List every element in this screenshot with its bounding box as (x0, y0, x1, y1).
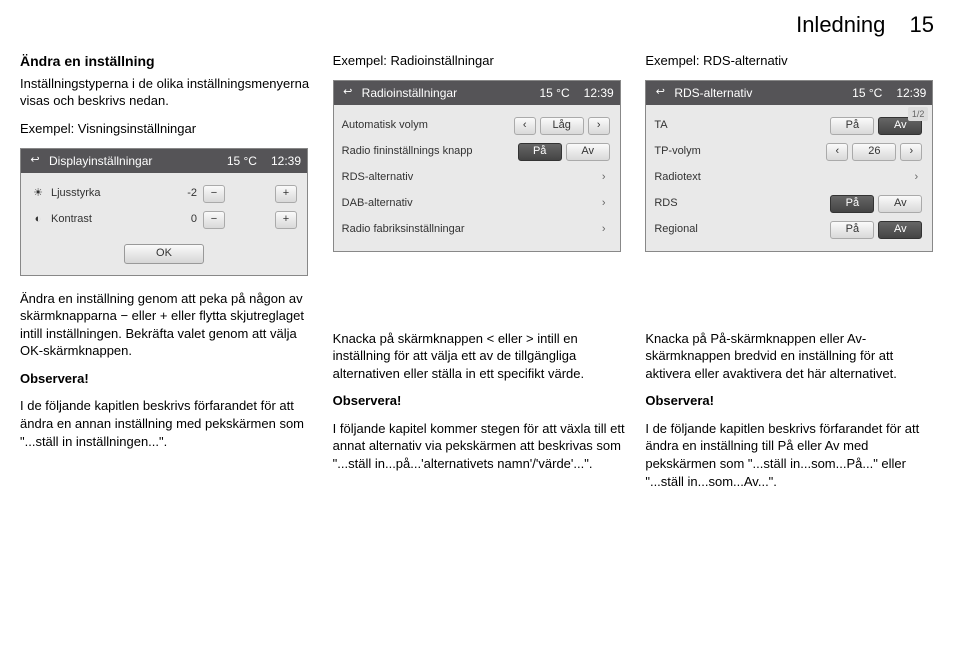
finetune-on-button[interactable]: På (518, 143, 562, 161)
tp-volym-prev-button[interactable]: ‹ (826, 143, 848, 161)
ok-row: OK (29, 243, 299, 265)
factory-row[interactable]: Radio fabriksinställningar › (342, 219, 612, 241)
col-1: Ändra en inställning Inställningstyperna… (20, 52, 315, 500)
radiotext-label: Radiotext (654, 170, 908, 185)
col1-heading: Ändra en inställning (20, 52, 315, 71)
tp-volym-value: 26 (852, 143, 896, 161)
page-number: 15 (910, 12, 934, 37)
rds-off-button[interactable]: Av (878, 195, 922, 213)
screenB-temp: 15 °C (539, 85, 569, 101)
regional-row: Regional På Av (654, 219, 924, 241)
ta-row: TA På Av (654, 115, 924, 137)
screenshot-display-settings: ↩ Displayinställningar 15 °C 12:39 ☀ Lju… (20, 148, 308, 276)
brightness-row: ☀ Ljusstyrka -2 − + (29, 183, 299, 205)
col-3: Exempel: RDS-alternativ ↩ RDS-alternativ… (645, 52, 940, 500)
screenshot-rds-alternativ: ↩ RDS-alternativ 15 °C 12:39 1/2 TA På A… (645, 80, 933, 252)
chevron-right-icon: › (908, 170, 924, 185)
screenA-clock: 12:39 (271, 153, 301, 169)
factory-label: Radio fabriksinställningar (342, 222, 596, 237)
contrast-icon: ◐ (29, 212, 47, 227)
col3-observera: Observera! (645, 392, 940, 410)
back-icon[interactable]: ↩ (652, 86, 668, 100)
brightness-label: Ljusstyrka (51, 186, 169, 201)
col3-p2: I de följande kapitlen beskrivs förfaran… (645, 420, 940, 490)
rds-on-button[interactable]: På (830, 195, 874, 213)
col3-heading: Exempel: RDS-alternativ (645, 52, 940, 70)
tp-volym-row: TP-volym ‹ 26 › (654, 141, 924, 163)
rds-label: RDS (654, 196, 828, 211)
contrast-label: Kontrast (51, 212, 169, 227)
dab-alt-row[interactable]: DAB-alternativ › (342, 193, 612, 215)
chevron-right-icon: › (596, 196, 612, 211)
auto-volume-prev-button[interactable]: ‹ (514, 117, 536, 135)
contrast-minus-button[interactable]: − (203, 211, 225, 229)
screenB-clock: 12:39 (584, 85, 614, 101)
contrast-value: 0 (169, 212, 197, 227)
finetune-row: Radio fininställnings knapp På Av (342, 141, 612, 163)
finetune-label: Radio fininställnings knapp (342, 144, 516, 159)
chevron-right-icon: › (596, 170, 612, 185)
rds-alt-label: RDS-alternativ (342, 170, 596, 185)
radiotext-row[interactable]: Radiotext › (654, 167, 924, 189)
tp-volym-next-button[interactable]: › (900, 143, 922, 161)
col1-p4: I de följande kapitlen beskrivs förfaran… (20, 397, 315, 450)
col2-observera: Observera! (333, 392, 628, 410)
brightness-minus-button[interactable]: − (203, 185, 225, 203)
chevron-right-icon: › (596, 222, 612, 237)
brightness-plus-button[interactable]: + (275, 185, 297, 203)
screenshot-radio-settings: ↩ Radioinställningar 15 °C 12:39 Automat… (333, 80, 621, 252)
rds-alt-row[interactable]: RDS-alternativ › (342, 167, 612, 189)
section-title: Inledning (796, 12, 885, 37)
col2-p1: Knacka på skärmknappen < eller > intill … (333, 330, 628, 383)
screenC-title: RDS-alternativ (674, 85, 846, 101)
screenA-temp: 15 °C (227, 153, 257, 169)
tp-volym-label: TP-volym (654, 144, 824, 159)
page-header: Inledning 15 (20, 12, 940, 38)
columns: Ändra en inställning Inställningstyperna… (20, 52, 940, 500)
col1-p1: Inställningstyperna i de olika inställni… (20, 75, 315, 110)
col2-p2: I följande kapitel kommer stegen för att… (333, 420, 628, 473)
pager: 1/2 (908, 107, 929, 121)
back-icon[interactable]: ↩ (340, 86, 356, 100)
brightness-value: -2 (169, 186, 197, 201)
ok-button[interactable]: OK (124, 244, 204, 264)
screenB-titlebar: ↩ Radioinställningar 15 °C 12:39 (334, 81, 620, 105)
col1-p3: Ändra en inställning genom att peka på n… (20, 290, 315, 360)
rds-row: RDS På Av (654, 193, 924, 215)
dab-alt-label: DAB-alternativ (342, 196, 596, 211)
col1-observera: Observera! (20, 370, 315, 388)
auto-volume-label: Automatisk volym (342, 118, 512, 133)
ta-label: TA (654, 118, 828, 133)
screenC-body: TA På Av TP-volym ‹ 26 › Radiotext › RDS… (646, 105, 932, 251)
back-icon[interactable]: ↩ (27, 154, 43, 168)
col1-p2: Exempel: Visningsinställningar (20, 120, 315, 138)
regional-label: Regional (654, 222, 828, 237)
col2-heading: Exempel: Radioinställningar (333, 52, 628, 70)
col3-p1: Knacka på På-skärmknappen eller Av-skärm… (645, 330, 940, 383)
screenA-title: Displayinställningar (49, 153, 221, 169)
auto-volume-value: Låg (540, 117, 584, 135)
regional-on-button[interactable]: På (830, 221, 874, 239)
regional-off-button[interactable]: Av (878, 221, 922, 239)
col-2: Exempel: Radioinställningar ↩ Radioinstä… (333, 52, 628, 500)
auto-volume-row: Automatisk volym ‹ Låg › (342, 115, 612, 137)
auto-volume-next-button[interactable]: › (588, 117, 610, 135)
ta-on-button[interactable]: På (830, 117, 874, 135)
screenC-clock: 12:39 (896, 85, 926, 101)
sun-icon: ☀ (29, 186, 47, 201)
contrast-row: ◐ Kontrast 0 − + (29, 209, 299, 231)
screenC-temp: 15 °C (852, 85, 882, 101)
screenB-body: Automatisk volym ‹ Låg › Radio fininstäl… (334, 105, 620, 251)
screenA-titlebar: ↩ Displayinställningar 15 °C 12:39 (21, 149, 307, 173)
screenC-titlebar: ↩ RDS-alternativ 15 °C 12:39 (646, 81, 932, 105)
screenA-body: ☀ Ljusstyrka -2 − + ◐ Kontrast 0 − + OK (21, 173, 307, 275)
screenB-title: Radioinställningar (362, 85, 534, 101)
finetune-off-button[interactable]: Av (566, 143, 610, 161)
contrast-plus-button[interactable]: + (275, 211, 297, 229)
